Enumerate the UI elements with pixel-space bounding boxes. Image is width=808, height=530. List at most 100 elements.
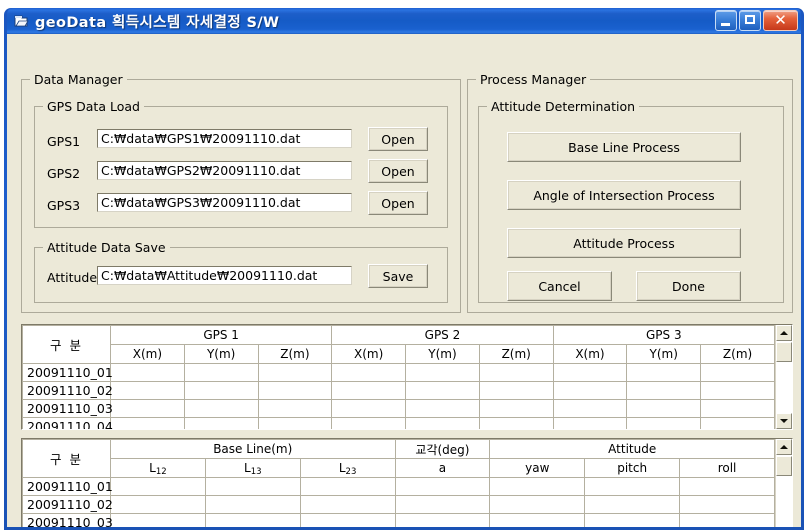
gps3-open-button[interactable]: Open <box>368 191 428 215</box>
gps-cell-0-0[interactable] <box>110 363 185 382</box>
gps-cell-3-5[interactable] <box>478 417 554 429</box>
gps-cell-1-8[interactable] <box>700 381 775 400</box>
maximize-button[interactable] <box>739 10 761 31</box>
attitude-cell-1-3[interactable] <box>394 495 491 514</box>
attitude-cell-2-6[interactable] <box>679 513 775 527</box>
attitude-cell-0-4[interactable] <box>489 477 586 496</box>
attitude-grid-column-row: L12 L13 L23 a yaw pitch roll <box>23 458 775 478</box>
done-button[interactable]: Done <box>636 271 741 301</box>
gps1-path-input[interactable]: C:₩data₩GPS1₩20091110.dat <box>97 129 352 148</box>
attitude-cell-1-4[interactable] <box>489 495 586 514</box>
gps-cell-2-0[interactable] <box>110 399 185 418</box>
gps2-path-input[interactable]: C:₩data₩GPS2₩20091110.dat <box>97 161 352 180</box>
attitude-path-input[interactable]: C:₩data₩Attitude₩20091110.dat <box>97 266 352 285</box>
table-row[interactable]: 20091110_04 <box>22 417 775 429</box>
attitude-cell-2-4[interactable] <box>489 513 586 527</box>
attitude-grid-group-row: 구 분 Base Line(m) 교각(deg) Attitude <box>22 439 775 478</box>
gps-cell-2-8[interactable] <box>700 399 775 418</box>
attitude-cell-0-5[interactable] <box>584 477 681 496</box>
gps-cell-3-0[interactable] <box>110 417 185 429</box>
attitude-cell-1-0[interactable] <box>110 495 206 514</box>
attitude-grid-col-0: L12 <box>110 458 206 478</box>
attitude-save-button[interactable]: Save <box>368 264 428 288</box>
gps-cell-0-4[interactable] <box>405 363 480 382</box>
attitude-cell-2-5[interactable] <box>584 513 681 527</box>
gps-data-grid[interactable]: 구 분 GPS 1 GPS 2 GPS 3 X(m) Y(m) Z(m) X(m… <box>21 324 793 430</box>
minimize-button[interactable] <box>715 10 737 31</box>
close-icon: ✕ <box>774 11 787 29</box>
table-row[interactable]: 20091110_02 <box>22 495 775 514</box>
gps-grid-col-2: Z(m) <box>257 344 333 364</box>
gps-cell-2-3[interactable] <box>331 399 407 418</box>
gps-cell-1-6[interactable] <box>552 381 628 400</box>
attitude-grid-scroll-thumb[interactable] <box>776 456 792 476</box>
gps-cell-0-2[interactable] <box>257 363 333 382</box>
gps-cell-1-2[interactable] <box>257 381 333 400</box>
gps-cell-3-3[interactable] <box>331 417 407 429</box>
gps-grid-table: 구 분 GPS 1 GPS 2 GPS 3 X(m) Y(m) Z(m) X(m… <box>22 325 775 429</box>
gps-grid-scroll-up-button[interactable] <box>776 325 792 341</box>
attitude-process-button[interactable]: Attitude Process <box>507 228 741 258</box>
attitude-cell-0-0[interactable] <box>110 477 206 496</box>
gps-cell-3-8[interactable] <box>700 417 775 429</box>
table-row[interactable]: 20091110_03 <box>22 513 775 527</box>
close-button[interactable]: ✕ <box>763 10 798 31</box>
attitude-cell-0-3[interactable] <box>394 477 491 496</box>
attitude-cell-2-2[interactable] <box>299 513 396 527</box>
cancel-button[interactable]: Cancel <box>507 271 612 301</box>
gps-cell-0-1[interactable] <box>183 363 259 382</box>
gps-grid-scroll-down-button[interactable] <box>776 413 792 429</box>
gps-grid-scrollbar[interactable] <box>775 325 792 429</box>
attitude-cell-2-0[interactable] <box>110 513 206 527</box>
gps-cell-1-1[interactable] <box>183 381 259 400</box>
gps-cell-0-5[interactable] <box>478 363 554 382</box>
attitude-cell-1-6[interactable] <box>679 495 775 514</box>
gps-cell-2-2[interactable] <box>257 399 333 418</box>
gps-grid-scroll-thumb[interactable] <box>776 342 792 362</box>
table-row[interactable]: 20091110_03 <box>22 399 775 418</box>
gps3-path-input[interactable]: C:₩data₩GPS3₩20091110.dat <box>97 193 352 212</box>
attitude-cell-2-3[interactable] <box>394 513 491 527</box>
gps-cell-0-3[interactable] <box>331 363 407 382</box>
gps-grid-col-1: Y(m) <box>183 344 259 364</box>
gps1-open-button[interactable]: Open <box>368 127 428 151</box>
gps-cell-0-6[interactable] <box>552 363 628 382</box>
gps-cell-2-1[interactable] <box>183 399 259 418</box>
gps-cell-1-7[interactable] <box>626 381 702 400</box>
attitude-data-grid[interactable]: 구 분 Base Line(m) 교각(deg) Attitude L12 L1… <box>21 438 793 527</box>
gps-cell-3-2[interactable] <box>257 417 333 429</box>
gps-cell-1-5[interactable] <box>478 381 554 400</box>
attitude-cell-1-5[interactable] <box>584 495 681 514</box>
gps-cell-3-6[interactable] <box>552 417 628 429</box>
gps-cell-2-7[interactable] <box>626 399 702 418</box>
attitude-cell-0-1[interactable] <box>204 477 301 496</box>
gps-cell-1-4[interactable] <box>405 381 480 400</box>
table-row[interactable]: 20091110_01 <box>22 477 775 496</box>
gps-cell-2-4[interactable] <box>405 399 480 418</box>
attitude-cell-1-1[interactable] <box>204 495 301 514</box>
attitude-grid-scroll-up-button[interactable] <box>776 439 792 455</box>
table-row[interactable]: 20091110_01 <box>22 363 775 382</box>
title-bar[interactable]: geoData 획득시스템 자세결정 S/W ✕ <box>7 8 801 34</box>
gps-cell-1-0[interactable] <box>110 381 185 400</box>
gps2-label: GPS2 <box>47 166 81 181</box>
gps-cell-1-3[interactable] <box>331 381 407 400</box>
attitude-grid-scrollbar[interactable] <box>775 439 792 527</box>
table-row[interactable]: 20091110_02 <box>22 381 775 400</box>
gps-cell-2-5[interactable] <box>478 399 554 418</box>
gps-cell-0-7[interactable] <box>626 363 702 382</box>
base-line-process-button[interactable]: Base Line Process <box>507 132 741 162</box>
attitude-determination-label: Attitude Determination <box>487 99 640 114</box>
angle-of-intersection-process-button[interactable]: Angle of Intersection Process <box>507 180 741 210</box>
gps2-open-button[interactable]: Open <box>368 159 428 183</box>
gps-grid-body: 20091110_01 20091110_02 20091110_03 2009… <box>22 363 775 429</box>
attitude-cell-0-2[interactable] <box>299 477 396 496</box>
attitude-cell-1-2[interactable] <box>299 495 396 514</box>
attitude-cell-2-1[interactable] <box>204 513 301 527</box>
gps-cell-0-8[interactable] <box>700 363 775 382</box>
gps-cell-3-4[interactable] <box>405 417 480 429</box>
gps-cell-3-1[interactable] <box>183 417 259 429</box>
gps-cell-2-6[interactable] <box>552 399 628 418</box>
gps-cell-3-7[interactable] <box>626 417 702 429</box>
attitude-cell-0-6[interactable] <box>679 477 775 496</box>
